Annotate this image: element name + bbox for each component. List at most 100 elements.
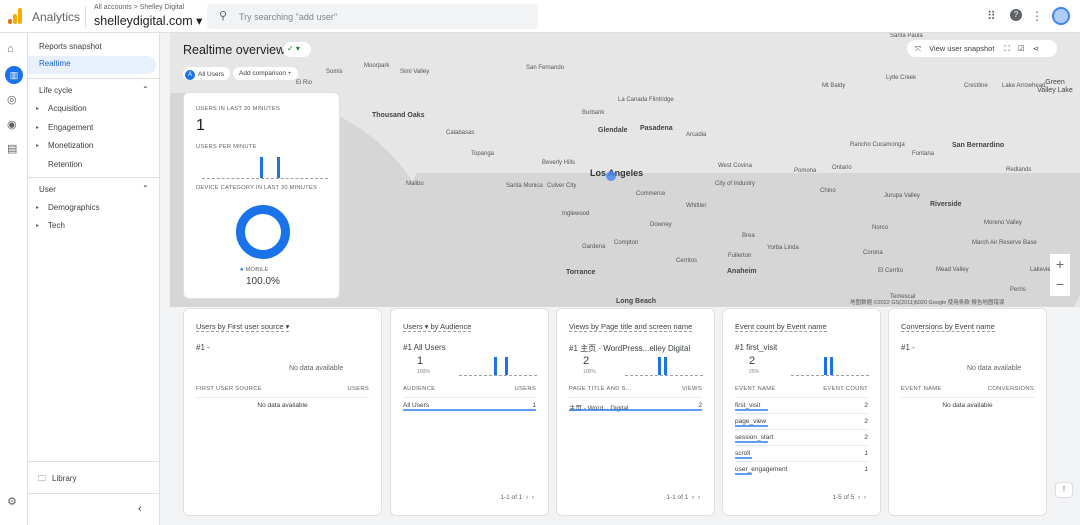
app-name: Analytics <box>32 10 81 24</box>
nav-engagement[interactable]: Engagement <box>48 123 93 132</box>
map-zoom-controls[interactable]: + − <box>1050 254 1070 296</box>
chart-baseline <box>625 375 703 376</box>
map-label: Commerce <box>636 191 666 197</box>
map-label: La Canada Flintridge <box>618 97 674 103</box>
nav-retention[interactable]: Retention <box>48 160 82 169</box>
zoom-out-icon[interactable]: − <box>1050 274 1070 294</box>
map-label: Corona <box>863 250 883 256</box>
nav-acquisition[interactable]: Acquisition <box>48 104 87 113</box>
more-vert-icon[interactable]: ⋮ <box>1031 9 1043 23</box>
row-share-bar <box>735 409 769 411</box>
share-icon[interactable]: ⋖ <box>1033 44 1039 53</box>
column-header[interactable]: VIEWS <box>682 386 702 392</box>
table-row[interactable]: page_view 2 <box>735 413 868 428</box>
user-location-marker[interactable] <box>606 171 616 181</box>
table-row[interactable]: All Users 1 <box>403 397 536 412</box>
all-users-chip[interactable]: A All Users <box>183 67 231 80</box>
card-top-rank: #1 - <box>196 343 210 352</box>
prev-page-icon[interactable]: ‹ <box>692 494 694 501</box>
card-top-rank: #1 first_visit <box>735 343 778 352</box>
row-value: 1 <box>864 466 868 473</box>
column-header[interactable]: USERS <box>348 386 369 392</box>
advertising-icon[interactable]: ◉ <box>7 118 17 131</box>
chevron-up-icon[interactable]: ⌃ <box>142 85 149 94</box>
settings-gear-icon[interactable]: ⚙ <box>7 495 17 508</box>
collapse-chevron-icon[interactable]: ‹ <box>138 503 142 515</box>
property-selector[interactable]: shelleydigital.com ▾ <box>94 13 202 28</box>
card-top-rank: #1 - <box>901 343 915 352</box>
configure-icon[interactable]: ▤ <box>7 142 17 155</box>
nav-realtime[interactable]: Realtime <box>28 56 156 74</box>
overview-card: USERS IN LAST 30 MINUTES 1 USERS PER MIN… <box>183 92 340 299</box>
card-title[interactable]: Users by First user source ▾ <box>196 322 290 332</box>
divider <box>28 177 160 178</box>
card-title[interactable]: Event count by Event name <box>735 322 827 332</box>
chevron-up-icon[interactable]: ⌃ <box>142 184 149 193</box>
sparkline-bar <box>664 357 667 375</box>
first-user-source-card: Users by First user source ▾ #1 - No dat… <box>183 308 382 516</box>
search-input[interactable]: ⚲ Try searching "add user" <box>207 4 538 29</box>
explore-icon[interactable]: ◎ <box>7 93 17 106</box>
top-value: 1 <box>417 355 424 367</box>
nav-lifecycle[interactable]: Life cycle <box>39 86 72 95</box>
feedback-icon[interactable]: ! <box>1055 482 1073 498</box>
reports-icon[interactable]: ▥ <box>5 66 23 84</box>
pager-text: 1-1 of 1 <box>500 494 523 501</box>
column-header[interactable]: PAGE TITLE AND S... <box>569 386 632 392</box>
nav-monetization[interactable]: Monetization <box>48 141 93 150</box>
nav-reports-snapshot[interactable]: Reports snapshot <box>39 42 102 51</box>
view-user-snapshot-button[interactable]: View user snapshot <box>929 44 994 53</box>
device-donut-chart[interactable] <box>236 205 290 259</box>
table-row[interactable]: scroll 1 <box>735 445 868 460</box>
map-label: Chino <box>820 188 836 194</box>
fullscreen-icon[interactable]: ⛶ <box>1005 44 1010 53</box>
card-title[interactable]: Views by Page title and screen name <box>569 322 693 332</box>
column-header[interactable]: EVENT NAME <box>901 386 942 392</box>
map-attribution[interactable]: 地图数据 ©2022 GS(2011)6020 Google 使用条款 报告地图… <box>850 298 1004 306</box>
map-label: Yorba Linda <box>767 245 799 251</box>
apps-grid-icon[interactable]: ⠿ <box>987 9 996 23</box>
row-label: scroll <box>735 450 751 457</box>
customize-report-icon[interactable]: ☑ <box>1018 44 1025 53</box>
prev-page-icon[interactable]: ‹ <box>526 494 528 501</box>
snapshot-icon[interactable]: ⤧ <box>915 44 921 53</box>
device-category-label: DEVICE CATEGORY IN LAST 30 MINUTES <box>196 185 318 191</box>
analytics-logo-icon <box>8 8 22 24</box>
row-label: page_view <box>735 418 767 425</box>
map-label: Perris <box>1010 287 1026 293</box>
table-row[interactable]: user_engagement 1 <box>735 461 868 476</box>
map-label: Fontana <box>912 151 935 157</box>
sparkline-bar <box>824 357 827 375</box>
status-check-dropdown[interactable]: ✓ ▾ <box>283 42 311 57</box>
help-icon[interactable]: ? <box>1010 9 1022 21</box>
nav-demographics[interactable]: Demographics <box>48 203 100 212</box>
column-header[interactable]: USERS <box>515 386 536 392</box>
column-header[interactable]: CONVERSIONS <box>988 386 1034 392</box>
breadcrumb[interactable]: All accounts > Shelley Digital <box>94 4 184 11</box>
nav-library[interactable]: Library <box>52 474 76 483</box>
column-header[interactable]: EVENT NAME <box>735 386 776 392</box>
column-header[interactable]: AUDIENCE <box>403 386 435 392</box>
next-page-icon[interactable]: › <box>532 494 534 501</box>
map-label: Cerritos <box>676 258 698 264</box>
next-page-icon[interactable]: › <box>698 494 700 501</box>
chart-baseline <box>791 375 869 376</box>
card-title[interactable]: Conversions by Event name <box>901 322 995 332</box>
home-icon[interactable]: ⌂ <box>7 43 14 55</box>
avatar[interactable] <box>1052 7 1070 25</box>
column-header[interactable]: FIRST USER SOURCE <box>196 386 262 392</box>
map-label: Moorpark <box>364 63 390 69</box>
table-row[interactable]: 主页 - Word... Digital2 <box>569 397 702 412</box>
nav-user[interactable]: User <box>39 185 56 194</box>
table-row[interactable]: first_visit 2 <box>735 397 868 412</box>
column-header[interactable]: EVENT COUNT <box>823 386 868 392</box>
card-title[interactable]: Users ▾ by Audience <box>403 322 472 332</box>
nav-tech[interactable]: Tech <box>48 221 65 230</box>
table-row[interactable]: session_start 2 <box>735 429 868 444</box>
zoom-in-icon[interactable]: + <box>1050 254 1070 274</box>
prev-page-icon[interactable]: ‹ <box>858 494 860 501</box>
add-comparison-button[interactable]: Add comparison + <box>233 67 298 80</box>
next-page-icon[interactable]: › <box>864 494 866 501</box>
map-toolbar: ⤧ View user snapshot ⛶ ☑ ⋖ <box>907 40 1057 57</box>
no-data-text: No data available <box>967 365 1022 372</box>
